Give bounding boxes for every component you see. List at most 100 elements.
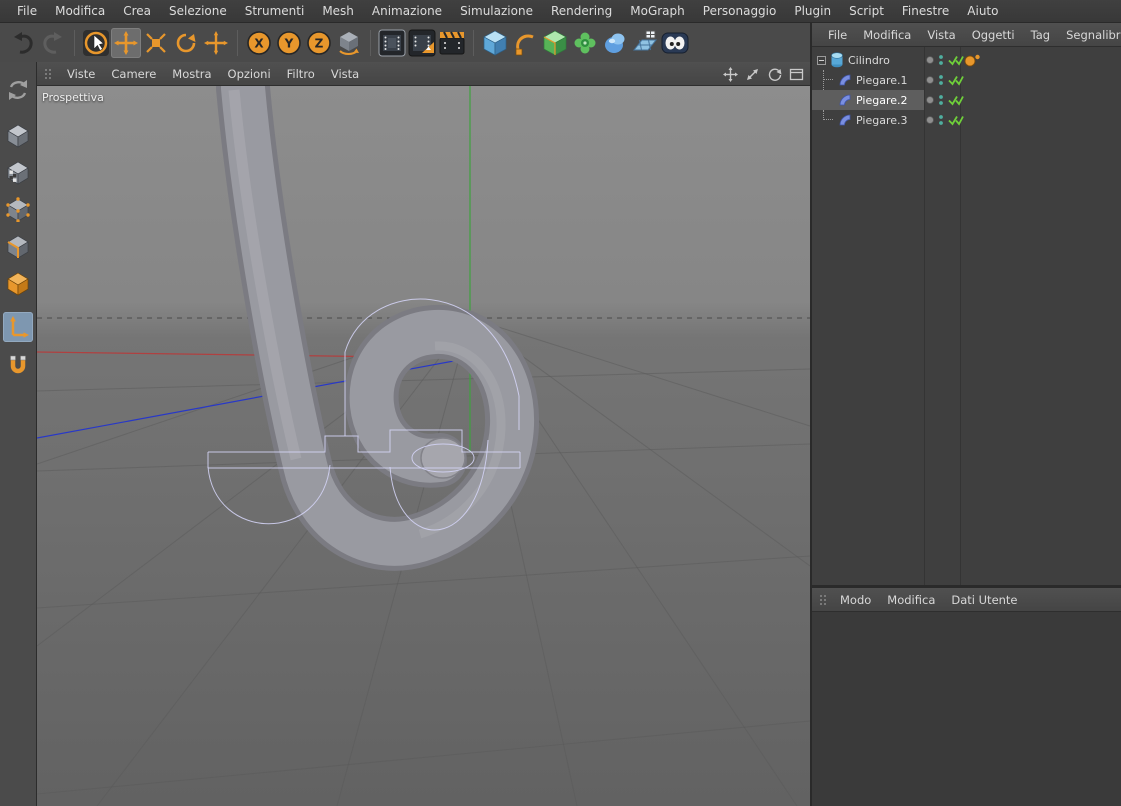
menu-animazione[interactable]: Animazione xyxy=(363,4,451,18)
object-row-main[interactable]: Piegare.2 xyxy=(812,90,924,110)
enabled-check[interactable] xyxy=(948,95,964,106)
make-editable-button[interactable] xyxy=(3,75,33,105)
menu-strumenti[interactable]: Strumenti xyxy=(236,4,314,18)
bend-deformer-icon xyxy=(838,93,852,107)
polygon-mode-button[interactable] xyxy=(3,268,33,298)
panel-grip-icon[interactable] xyxy=(43,67,55,81)
om-menu-file[interactable]: File xyxy=(820,28,855,42)
visibility-dots[interactable] xyxy=(938,74,944,86)
panel-grip-icon[interactable] xyxy=(818,593,830,607)
menu-crea[interactable]: Crea xyxy=(114,4,160,18)
dolly-icon[interactable] xyxy=(745,67,760,82)
menu-personaggio[interactable]: Personaggio xyxy=(694,4,786,18)
axis-mode-button[interactable] xyxy=(3,312,33,342)
om-menu-segnalibri[interactable]: Segnalibri xyxy=(1058,28,1121,42)
menu-plugin[interactable]: Plugin xyxy=(785,4,840,18)
enable-dot[interactable] xyxy=(926,56,934,64)
vp-menu-opzioni[interactable]: Opzioni xyxy=(220,67,279,81)
spline-pen-button[interactable] xyxy=(510,28,540,58)
am-menu-modo[interactable]: Modo xyxy=(832,593,879,607)
object-row-piegare-2[interactable]: Piegare.2 xyxy=(812,90,1121,110)
vp-menu-vista[interactable]: Vista xyxy=(323,67,367,81)
live-selection-icon xyxy=(82,29,110,57)
render-view-button[interactable] xyxy=(377,28,407,58)
deformer-button[interactable] xyxy=(600,28,630,58)
menu-mograph[interactable]: MoGraph xyxy=(621,4,694,18)
undo-button[interactable] xyxy=(8,28,38,58)
visibility-dots[interactable] xyxy=(938,114,944,126)
spline-pen-icon xyxy=(511,29,539,57)
menu-script[interactable]: Script xyxy=(840,4,893,18)
object-row-main[interactable]: Cilindro xyxy=(812,50,924,70)
menu-finestre[interactable]: Finestre xyxy=(893,4,958,18)
am-menu-dati-utente[interactable]: Dati Utente xyxy=(943,593,1025,607)
snap-button[interactable] xyxy=(3,351,33,381)
edge-mode-button[interactable] xyxy=(3,231,33,261)
object-row-piegare-3[interactable]: Piegare.3 xyxy=(812,110,1121,130)
om-menu-vista[interactable]: Vista xyxy=(919,28,963,42)
object-row-main[interactable]: Piegare.3 xyxy=(812,110,924,130)
enable-dot[interactable] xyxy=(926,76,934,84)
vp-menu-viste[interactable]: Viste xyxy=(59,67,103,81)
rotate-camera-icon[interactable] xyxy=(767,67,782,82)
object-name: Piegare.2 xyxy=(856,94,907,107)
redo-button[interactable] xyxy=(38,28,68,58)
object-row-piegare-1[interactable]: Piegare.1 xyxy=(812,70,1121,90)
menu-rendering[interactable]: Rendering xyxy=(542,4,621,18)
move-tool-button[interactable] xyxy=(111,28,141,58)
scale-icon xyxy=(144,31,168,55)
point-mode-button[interactable] xyxy=(3,194,33,224)
am-menu-modifica[interactable]: Modifica xyxy=(879,593,943,607)
subdivision-surface-button[interactable] xyxy=(540,28,570,58)
cylinder-icon xyxy=(830,52,844,68)
render-settings-button[interactable] xyxy=(437,28,467,58)
render-view-icon xyxy=(378,29,406,57)
texture-mode-button[interactable] xyxy=(3,157,33,187)
menu-aiuto[interactable]: Aiuto xyxy=(958,4,1007,18)
coordinate-system-button[interactable] xyxy=(334,28,364,58)
menu-selezione[interactable]: Selezione xyxy=(160,4,236,18)
vp-menu-mostra[interactable]: Mostra xyxy=(164,67,219,81)
rotate-tool-button[interactable] xyxy=(171,28,201,58)
enable-dot[interactable] xyxy=(926,96,934,104)
visibility-dots[interactable] xyxy=(938,54,944,66)
object-row-main[interactable]: Piegare.1 xyxy=(812,70,924,90)
svg-text:Z: Z xyxy=(315,36,324,50)
enable-dot[interactable] xyxy=(926,116,934,124)
collapse-expander-icon[interactable] xyxy=(817,56,826,65)
scale-tool-button[interactable] xyxy=(141,28,171,58)
toggle-layout-icon[interactable] xyxy=(789,67,804,82)
primitive-cube-button[interactable] xyxy=(480,28,510,58)
om-menu-modifica[interactable]: Modifica xyxy=(855,28,919,42)
enabled-check[interactable] xyxy=(948,55,964,66)
expressions-button[interactable] xyxy=(660,28,690,58)
menu-modifica[interactable]: Modifica xyxy=(46,4,114,18)
vp-menu-camere[interactable]: Camere xyxy=(103,67,164,81)
lock-x-axis-button[interactable]: X xyxy=(244,28,274,58)
pan-icon[interactable] xyxy=(723,67,738,82)
enabled-check[interactable] xyxy=(948,75,964,86)
render-picture-viewer-button[interactable] xyxy=(407,28,437,58)
lock-z-axis-button[interactable]: Z xyxy=(304,28,334,58)
menu-simulazione[interactable]: Simulazione xyxy=(451,4,542,18)
primitive-cube-icon xyxy=(481,29,509,57)
enabled-check[interactable] xyxy=(948,115,964,126)
live-selection-button[interactable] xyxy=(81,28,111,58)
object-manager-tree[interactable]: Cilindro xyxy=(812,47,1121,585)
environment-floor-button[interactable] xyxy=(630,28,660,58)
menu-file[interactable]: File xyxy=(8,4,46,18)
viewport-canvas[interactable] xyxy=(37,86,810,806)
model-mode-button[interactable] xyxy=(3,120,33,150)
object-row-toggles xyxy=(926,70,964,90)
om-menu-tag[interactable]: Tag xyxy=(1023,28,1058,42)
last-tool-button[interactable] xyxy=(201,28,231,58)
object-row-cilindro[interactable]: Cilindro xyxy=(812,50,1121,70)
modeling-generator-button[interactable] xyxy=(570,28,600,58)
lock-y-axis-button[interactable]: Y xyxy=(274,28,304,58)
phong-tag-icon[interactable] xyxy=(964,53,981,67)
magnet-icon xyxy=(5,353,31,379)
vp-menu-filtro[interactable]: Filtro xyxy=(279,67,323,81)
om-menu-oggetti[interactable]: Oggetti xyxy=(964,28,1023,42)
visibility-dots[interactable] xyxy=(938,94,944,106)
menu-mesh[interactable]: Mesh xyxy=(313,4,363,18)
